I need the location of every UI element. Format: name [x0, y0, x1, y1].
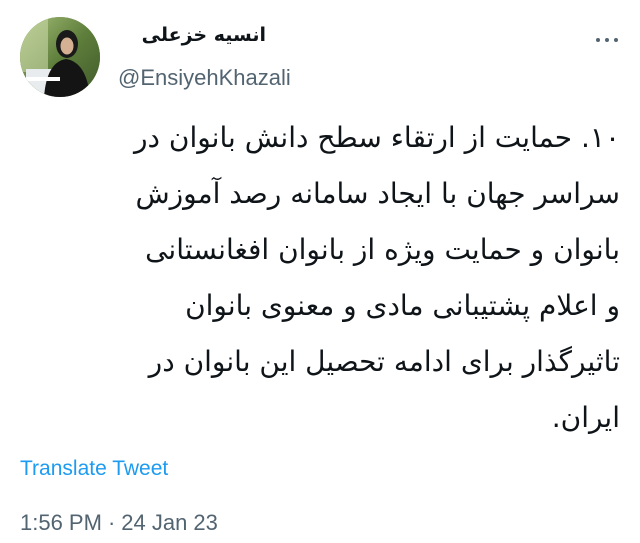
profile-photo-icon [20, 17, 100, 97]
tweet-text-line: و اعلام پشتیبانی مادی و معنوی بانوان [185, 289, 620, 322]
avatar[interactable] [20, 17, 100, 97]
more-dot [614, 38, 618, 42]
tweet-date-link[interactable]: 24 Jan 23 [121, 510, 218, 535]
author-handle[interactable]: @EnsiyehKhazali [118, 64, 291, 92]
more-options-button[interactable] [596, 33, 618, 47]
tweet-text: ۱۰. حمایت از ارتقاء سطح دانش بانوان در س… [20, 110, 620, 446]
tweet-text-line: سراسر جهان با ایجاد سامانه رصد آموزش [135, 177, 620, 210]
tweet-text-line: بانوان و حمایت ویژه از بانوان افغانستانی [145, 233, 620, 266]
tweet-time-link[interactable]: 1:56 PM [20, 510, 102, 535]
tweet-timestamp: 1:56 PM · 24 Jan 23 [20, 509, 218, 537]
translate-tweet-link[interactable]: Translate Tweet [20, 456, 168, 482]
author-display-name[interactable]: انسیه خزعلی [116, 22, 266, 48]
more-dot [605, 38, 609, 42]
tweet-text-line: ۱۰. حمایت از ارتقاء سطح دانش بانوان در [133, 121, 620, 154]
meta-separator: · [107, 510, 116, 535]
tweet-card: انسیه خزعلی @EnsiyehKhazali ۱۰. حمایت از… [0, 0, 640, 543]
tweet-text-line: تاثیرگذار برای ادامه تحصیل این بانوان در [148, 345, 620, 378]
more-horizontal-icon [596, 38, 600, 42]
tweet-text-line: ایران. [551, 401, 620, 434]
